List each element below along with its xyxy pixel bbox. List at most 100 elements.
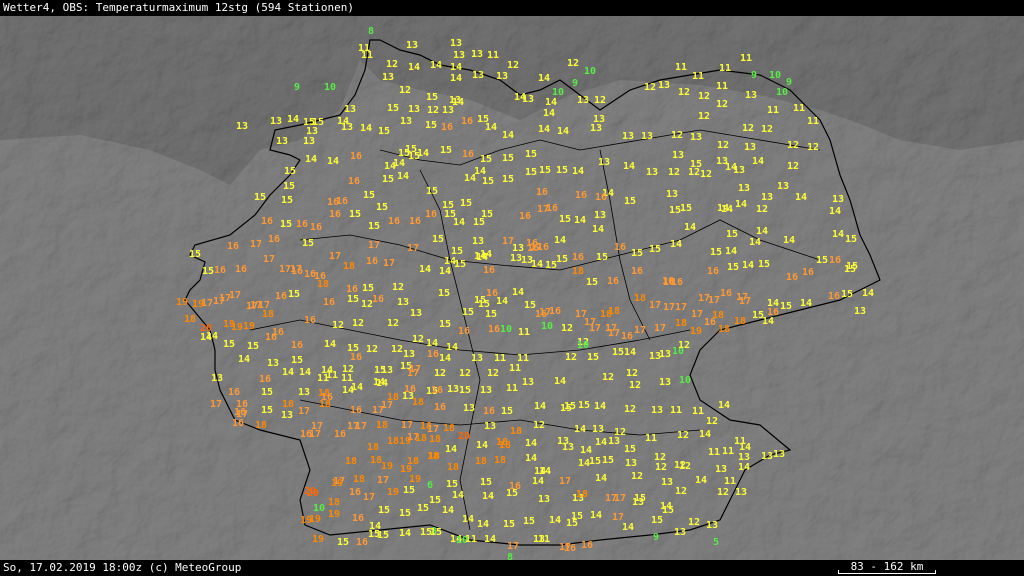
station-temperature-label: 16 — [564, 543, 576, 554]
station-temperature-label: 16 — [366, 256, 378, 267]
station-temperature-label: 13 — [400, 116, 412, 127]
station-temperature-label: 18 — [387, 436, 399, 447]
station-temperature-label: 13 — [480, 385, 492, 396]
station-temperature-label: 13 — [298, 387, 310, 398]
station-temperature-label: 17 — [298, 406, 310, 417]
station-temperature-label: 17 — [377, 475, 389, 486]
station-temperature-label: 14 — [684, 222, 696, 233]
station-temperature-label: 10 — [313, 503, 325, 514]
station-temperature-label: 11 — [692, 406, 704, 417]
station-temperature-label: 16 — [425, 209, 437, 220]
station-temperature-label: 14 — [539, 466, 551, 477]
station-temperature-label: 17 — [383, 258, 395, 269]
station-temperature-label: 15 — [382, 174, 394, 185]
station-temperature-label: 18 — [510, 426, 522, 437]
station-temperature-label: 11 — [740, 53, 752, 64]
station-temperature-label: 18 — [343, 261, 355, 272]
station-temperature-label: 16 — [296, 219, 308, 230]
station-temperature-label: 15 — [624, 444, 636, 455]
station-temperature-label: 12 — [698, 91, 710, 102]
station-temperature-label: 16 — [536, 187, 548, 198]
station-temperature-label: 15 — [596, 252, 608, 263]
station-temperature-label: 14 — [574, 424, 586, 435]
station-temperature-label: 16 — [575, 190, 587, 201]
station-temperature-label: 18 — [255, 420, 267, 431]
station-temperature-label: 16 — [350, 151, 362, 162]
station-temperature-label: 19 — [176, 297, 188, 308]
station-temperature-label: 16 — [352, 513, 364, 524]
station-temperature-label: 14 — [397, 171, 409, 182]
station-temperature-label: 17 — [507, 541, 519, 552]
station-temperature-label: 18 — [428, 451, 440, 462]
station-temperature-label: 12 — [688, 517, 700, 528]
station-temperature-label: 12 — [391, 344, 403, 355]
map-title: Wetter4, OBS: Temperaturmaximum 12stg (5… — [3, 1, 354, 14]
station-temperature-label: 12 — [742, 123, 754, 134]
station-temperature-label: 13 — [738, 183, 750, 194]
station-temperature-label: 13 — [522, 377, 534, 388]
station-temperature-label: 13 — [211, 373, 223, 384]
station-temperature-label: 15 — [710, 247, 722, 258]
station-temperature-label: 19 — [192, 299, 204, 310]
station-temperature-label: 13 — [382, 72, 394, 83]
station-temperature-label: 16 — [291, 340, 303, 351]
station-temperature-label: 16 — [707, 266, 719, 277]
station-temperature-label: 13 — [406, 40, 418, 51]
station-temperature-label: 12 — [624, 404, 636, 415]
station-temperature-label: 19 — [312, 534, 324, 545]
station-temperature-label: 15 — [281, 195, 293, 206]
station-temperature-label: 18 — [572, 266, 584, 277]
station-temperature-label: 13 — [646, 167, 658, 178]
station-temperature-label: 11 — [518, 327, 530, 338]
station-temperature-label: 12 — [565, 352, 577, 363]
station-temperature-label: 13 — [471, 49, 483, 60]
station-temperature-label: 12 — [678, 87, 690, 98]
station-temperature-label: 13 — [276, 136, 288, 147]
station-temperature-label: 15 — [284, 166, 296, 177]
station-temperature-label: 15 — [480, 154, 492, 165]
station-temperature-label: 15 — [612, 347, 624, 358]
station-temperature-label: 15 — [726, 229, 738, 240]
station-temperature-label: 17 — [401, 420, 413, 431]
station-temperature-label: 13 — [472, 70, 484, 81]
station-temperature-label: 12 — [631, 471, 643, 482]
station-temperature-label: 13 — [625, 458, 637, 469]
station-temperature-label: 15 — [202, 266, 214, 277]
station-temperature-label: 15 — [502, 174, 514, 185]
station-temperature-label: 15 — [347, 294, 359, 305]
station-temperature-label: 11 — [724, 476, 736, 487]
station-temperature-label: 14 — [282, 367, 294, 378]
station-temperature-label: 12 — [761, 124, 773, 135]
station-temperature-label: 13 — [672, 150, 684, 161]
station-temperature-label: 15 — [462, 307, 474, 318]
station-temperature-label: 15 — [631, 248, 643, 259]
station-temperature-label: 16 — [329, 209, 341, 220]
station-temperature-label: 13 — [270, 116, 282, 127]
station-temperature-label: 17 — [614, 493, 626, 504]
station-temperature-label: 19 — [387, 487, 399, 498]
station-temperature-label: 11 — [719, 63, 731, 74]
station-temperature-label: 15 — [429, 495, 441, 506]
station-temperature-label: 18 — [353, 474, 365, 485]
station-temperature-label: 16 — [372, 294, 384, 305]
station-temperature-label: 12 — [352, 318, 364, 329]
station-temperature-label: 16 — [621, 331, 633, 342]
station-temperature-label: 16 — [441, 122, 453, 133]
station-temperature-label: 14 — [749, 237, 761, 248]
station-temperature-label: 14 — [557, 126, 569, 137]
station-temperature-label: 17 — [250, 239, 262, 250]
station-temperature-label: 18 — [494, 455, 506, 466]
station-temperature-label: 14 — [574, 215, 586, 226]
station-temperature-label: 8 — [368, 26, 374, 37]
station-temperature-label: 14 — [543, 108, 555, 119]
station-temperature-label: 13 — [341, 122, 353, 133]
station-temperature-label: 18 — [608, 306, 620, 317]
station-temperature-label: 9 — [294, 82, 300, 93]
station-temperature-label: 14 — [238, 354, 250, 365]
station-temperature-label: 14 — [450, 62, 462, 73]
station-temperature-label: 11 — [767, 105, 779, 116]
station-temperature-label: 13 — [674, 527, 686, 538]
station-temperature-label: 14 — [800, 298, 812, 309]
station-temperature-label: 16 — [720, 288, 732, 299]
station-temperature-label: 16 — [631, 266, 643, 277]
